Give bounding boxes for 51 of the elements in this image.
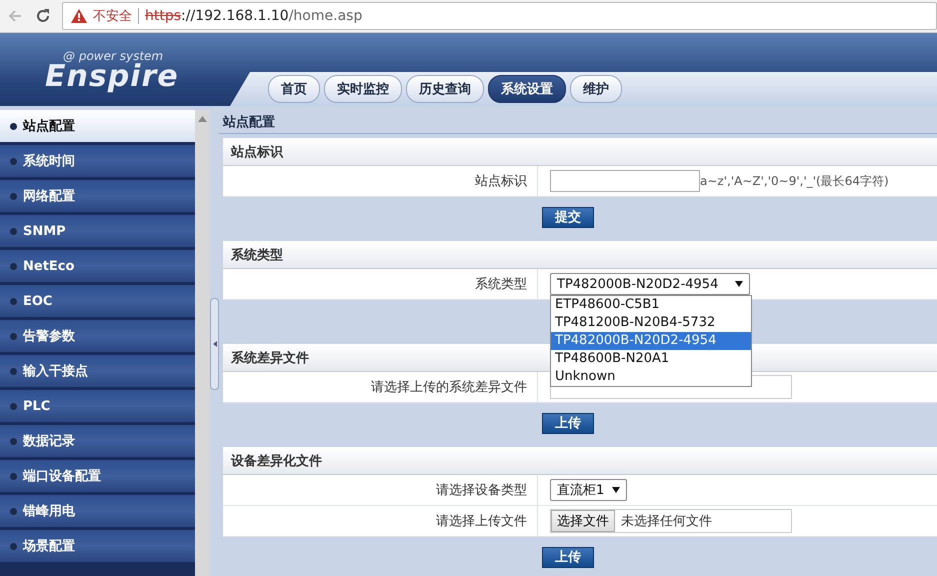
sidebar-item[interactable]: 场景配置 [0,530,195,562]
section-header: 站点标识 [223,138,937,166]
url-text: https://192.168.1.10/home.asp [145,8,362,24]
field-label: 系统类型 [223,269,538,299]
action-button[interactable]: 上传 [542,412,594,434]
scroll-up-icon[interactable] [198,116,207,122]
nav-tab[interactable]: 历史查询 [406,75,484,103]
sidebar-item[interactable]: EOC [0,285,195,317]
field-label: 请选择设备类型 [223,475,538,505]
sidebar-item[interactable]: SNMP [0,215,195,247]
choose-file-button[interactable]: 选择文件 [551,510,615,532]
sidebar-item[interactable]: NetEco [0,250,195,282]
action-button[interactable]: 提交 [542,206,594,228]
sidebar-item[interactable]: 网络配置 [0,180,195,212]
sidebar-item[interactable]: 站点配置 [0,110,195,142]
field-label: 请选择上传文件 [223,506,538,536]
field-label: 请选择上传的系统差异文件 [223,372,538,402]
sidebar-item[interactable]: 输入干接点 [0,355,195,387]
address-bar[interactable]: 不安全 https://192.168.1.10/home.asp [62,2,937,30]
sidebar-item[interactable]: 数据记录 [0,425,195,457]
logo: @ power system Enspire [44,48,180,96]
warning-icon [71,9,87,23]
dropdown-option[interactable]: TP481200B-N20B4-5732 [551,314,751,332]
select-dropdown[interactable]: TP482000B-N20D2-4954 [550,273,750,295]
select-dropdown[interactable]: 直流柜1 [550,479,628,501]
field-label: 站点标识 [223,166,538,196]
nav-tab[interactable]: 维护 [570,75,622,103]
nav-tab[interactable]: 系统设置 [488,75,566,103]
file-field[interactable]: 选择文件 未选择任何文件 [550,509,792,533]
sidebar-item[interactable]: PLC [0,390,195,422]
reload-icon[interactable] [34,7,52,25]
caret-icon [735,281,743,287]
collapse-handle[interactable] [210,298,219,390]
input-hint: a~z','A~Z','0~9','_'(最长64字符) [700,172,889,190]
nav-tab[interactable]: 首页 [268,75,320,103]
sidebar-item[interactable]: 系统时间 [0,145,195,177]
sidebar-item[interactable]: 端口设备配置 [0,460,195,492]
file-status: 未选择任何文件 [621,513,712,530]
text-input[interactable] [550,170,700,192]
section-header: 系统类型 [223,241,937,269]
sidebar-item[interactable]: 错峰用电 [0,495,195,527]
dropdown-option[interactable]: TP482000B-N20D2-4954 [551,332,751,350]
action-button[interactable]: 上传 [542,546,594,568]
scrollbar[interactable] [195,110,210,576]
caret-icon [612,487,620,493]
sidebar-item[interactable]: 告警参数 [0,320,195,352]
section-header: 设备差异化文件 [223,447,937,475]
dropdown-option[interactable]: ETP48600-C5B1 [551,296,751,314]
security-label: 不安全 [93,8,132,25]
nav-tab[interactable]: 实时监控 [324,75,402,103]
dropdown-option[interactable]: TP48600B-N20A1 [551,350,751,368]
